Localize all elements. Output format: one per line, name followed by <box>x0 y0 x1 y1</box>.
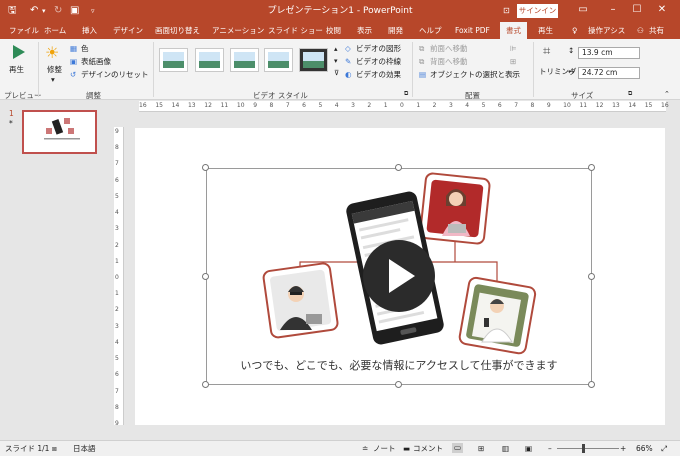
notes-icon: ≐ <box>362 444 369 453</box>
accessibility-icon[interactable]: ⧈ <box>52 444 57 454</box>
comments-button[interactable]: コメント <box>413 444 443 454</box>
status-bar: スライド 1/1 ⧈ 日本語 ≐ ノート ▬ コメント ▭ ⊞ ▥ ▣ – + … <box>0 440 680 456</box>
fit-slide-icon[interactable]: ⤢ <box>661 444 667 454</box>
slideshow-icon[interactable]: ▣ <box>525 444 532 454</box>
notes-button[interactable]: ノート <box>373 444 396 454</box>
normal-view-icon[interactable]: ▭ <box>452 443 464 453</box>
resize-handle[interactable] <box>588 164 595 171</box>
reading-view-icon[interactable]: ▥ <box>502 444 509 454</box>
resize-handle[interactable] <box>202 381 209 388</box>
zoom-out-icon[interactable]: – <box>548 444 552 454</box>
slide-sorter-icon[interactable]: ⊞ <box>478 444 484 454</box>
zoom-slider-thumb[interactable] <box>582 444 585 453</box>
zoom-slider[interactable] <box>557 448 619 449</box>
slide-indicator: スライド 1/1 <box>5 444 50 453</box>
resize-handle[interactable] <box>588 273 595 280</box>
zoom-level[interactable]: 66% <box>636 444 653 454</box>
slide-caption: いつでも、どこでも、必要な情報にアクセスして仕事ができます <box>240 359 558 372</box>
resize-handle[interactable] <box>202 164 209 171</box>
resize-handle[interactable] <box>395 164 402 171</box>
zoom-in-icon[interactable]: + <box>620 444 626 454</box>
comment-icon: ▬ <box>403 444 411 453</box>
video-selection-frame[interactable] <box>206 168 592 385</box>
resize-handle[interactable] <box>588 381 595 388</box>
resize-handle[interactable] <box>395 381 402 388</box>
language-indicator[interactable]: 日本語 <box>73 444 96 454</box>
resize-handle[interactable] <box>202 273 209 280</box>
